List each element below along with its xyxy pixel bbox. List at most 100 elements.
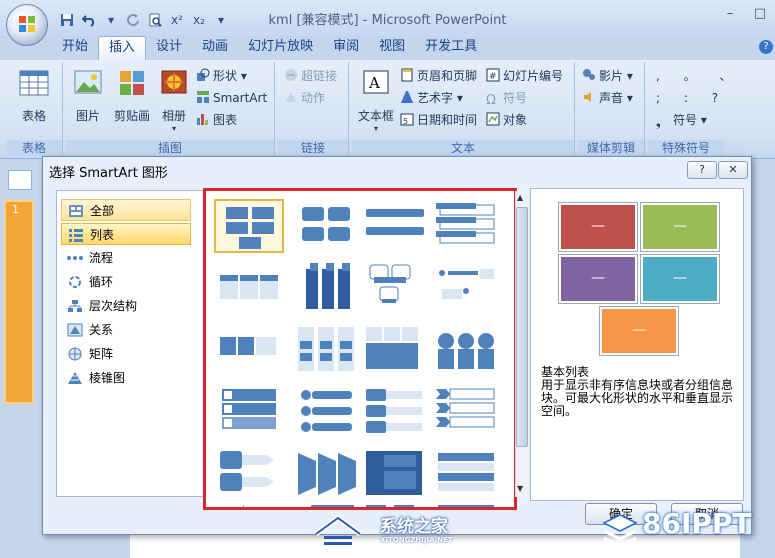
category-list-item[interactable]: 列表 [61,223,191,245]
layout-vertical-arrow-list[interactable] [432,323,502,377]
object-icon [486,112,500,126]
minimize-button[interactable]: – [715,6,745,26]
picture-button[interactable]: 图片 [66,68,110,124]
slide-number: 1 [12,203,19,216]
layout-stacked-list[interactable] [292,261,362,315]
textbox-dropdown-icon[interactable]: ▾ [354,124,398,133]
layout-descending-block-list[interactable] [360,447,430,501]
table-icon [19,70,49,96]
clipart-icon [120,71,144,95]
shapes-button[interactable]: 形状 ▾ [196,66,247,86]
86ippt-text: 86IPPT [642,507,752,540]
layout-vertical-bullet-list[interactable] [360,199,430,253]
scroll-up-icon[interactable]: ▲ [517,193,523,202]
album-dropdown-icon[interactable]: ▾ [152,124,196,133]
special-row-2[interactable]: ; : ? [656,88,728,108]
slides-panel-tab[interactable] [8,170,32,190]
office-logo-icon [19,16,35,32]
album-button[interactable]: 相册 ▾ [152,68,196,133]
datetime-button[interactable]: 5 日期和时间 [400,110,477,130]
layout-vertical-box-list[interactable] [432,199,502,253]
category-relationship[interactable]: 关系 [61,319,191,341]
dialog-close-button[interactable]: ✕ [718,161,748,179]
hyperlink-button[interactable]: 超链接 [284,66,337,86]
object-button[interactable]: 对象 [486,110,527,130]
special-symbols-group: , 。 、 ; : ? ❟ 符号 ▾ 特殊符号 [648,62,731,156]
symbol-button[interactable]: Ω 符号 [486,88,527,108]
table-label: 表格 [21,109,46,123]
special-row-1[interactable]: , 。 、 [656,66,741,86]
chart-button[interactable]: 图表 [196,110,237,130]
category-cycle[interactable]: 循环 [61,271,191,293]
preview-layout-description: 用于显示非有序信息块或者分组信息块。可最大化形状的水平和垂直显示空间。 [541,378,734,418]
tab-insert[interactable]: 插入 [98,36,147,61]
xitongzhijia-logo-icon [314,514,362,545]
sound-label: 声音 [599,91,624,105]
tab-developer[interactable]: 开发工具 [415,36,487,60]
special-symbol-button[interactable]: ❟ 符号 ▾ [656,110,707,130]
header-footer-button[interactable]: 页眉和页脚 [400,66,477,86]
tab-home[interactable]: 开始 [52,36,98,60]
layout-target-list[interactable] [214,385,284,439]
object-label: 对象 [503,113,528,127]
movie-label: 影片 [599,69,624,83]
basic-list-thumbnail [226,207,274,249]
special-group-label: 特殊符号 [648,140,724,156]
category-process[interactable]: 流程 [61,247,191,269]
photo-album-icon [161,70,187,94]
category-hierarchy[interactable]: 层次结构 [61,295,191,317]
wordart-button[interactable]: 艺术字 ▾ [400,88,463,108]
help-icon[interactable]: ? [759,40,773,54]
tab-design[interactable]: 设计 [146,36,192,60]
category-all[interactable]: 全部 [61,199,191,221]
category-matrix[interactable]: 矩阵 [61,343,191,365]
svg-text:#: # [489,72,497,82]
layout-horizontal-bullet-list[interactable] [214,261,284,315]
hyperlink-icon [285,69,297,81]
smartart-button[interactable]: SmartArt [196,88,267,108]
layout-trapezoid-list[interactable] [292,447,362,501]
layout-basic-list[interactable] [214,199,284,253]
maximize-button[interactable]: □ [745,6,775,26]
layout-horizontal-list[interactable] [360,385,430,439]
layout-bullet-circle-list[interactable] [292,385,362,439]
category-pyramid[interactable]: 棱锥图 [61,367,191,389]
preview-box-orange: — [600,307,678,355]
layout-vertical-chevron-list[interactable] [214,447,284,501]
layout-grouped-list[interactable] [214,323,284,377]
layout-alternating-list[interactable] [292,199,362,253]
category-list: 全部 列表 流程 循环 层次结构 关系 矩阵 棱锥图 [56,190,206,497]
wordart-label: 艺术字 [417,91,454,105]
slide-thumbnail[interactable] [4,200,34,404]
hyperlink-label: 超链接 [301,69,338,83]
layout-lined-list[interactable] [432,261,502,315]
media-group-label: 媒体剪辑 [578,140,644,156]
layout-segmented-list[interactable] [432,447,502,501]
movie-button[interactable]: 影片 ▾ [582,66,633,86]
wordart-icon [401,91,413,103]
layout-picture-caption-list[interactable] [360,261,430,315]
clipart-button[interactable]: 剪贴画 [110,68,154,124]
textbox-button[interactable]: A 文本框 ▾ [354,68,398,133]
layout-table-list[interactable] [360,323,430,377]
slide-number-button[interactable]: # 幻灯片编号 [486,66,563,86]
layout-pyramid-list[interactable] [214,505,284,507]
slide-number-label: 幻灯片编号 [503,69,564,83]
tab-view[interactable]: 视图 [369,36,415,60]
text-group: A 文本框 ▾ 页眉和页脚 艺术字 ▾ 5 日期和时间 # 幻灯片编号 Ω 符号 对象… [352,62,575,156]
preview-panel: — — — — — 基本列表 用于显示非有序信息块或者分组信息块。可最大化形状的… [530,188,744,501]
layout-chevron-list[interactable] [432,385,502,439]
office-button[interactable] [6,4,48,46]
dialog-help-button[interactable]: ? [687,161,717,179]
preview-box-purple: — [559,255,637,303]
picture-icon [74,70,102,94]
scroll-down-icon[interactable]: ▼ [517,484,523,493]
tab-animation[interactable]: 动画 [192,36,238,60]
layout-tab-list[interactable] [292,323,362,377]
gallery-scroll-thumb[interactable] [516,207,528,447]
table-button[interactable]: 表格 [12,68,56,124]
action-button[interactable]: 动作 [284,88,325,108]
tab-slideshow[interactable]: 幻灯片放映 [238,36,323,60]
sound-button[interactable]: 声音 ▾ [582,88,633,108]
tab-review[interactable]: 审阅 [323,36,369,60]
